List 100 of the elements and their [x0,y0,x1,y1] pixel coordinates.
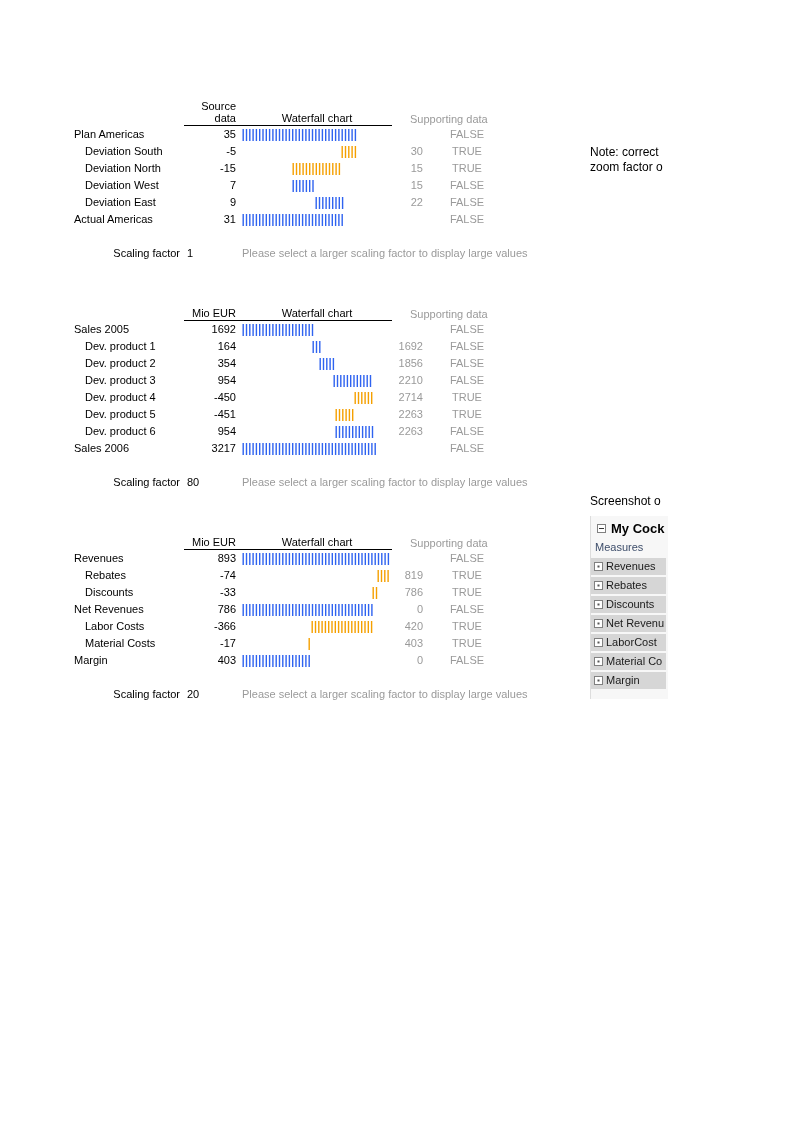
table-cell: 2263 [398,425,423,437]
measure-item[interactable]: LaborCost [591,634,666,651]
table-cell: -33 [220,586,236,598]
caption-text: Screenshot o [590,494,662,509]
scaling-value: 20 [187,688,200,700]
hint-message: Please select a larger scaling factor to display large values [242,247,528,259]
table-cell: 954 [217,374,236,386]
measure-item[interactable]: Discounts [591,596,666,613]
table-cell: 22 [410,196,423,208]
column-header: Waterfall chart [281,536,353,548]
note-text: Note: correct [590,145,660,160]
table-cell: 15 [410,179,423,191]
row-label: Sales 2005 [74,322,130,337]
row-label: Dev. product 3 [84,373,156,388]
column-header: Source data [200,100,236,124]
table-cell: TRUE [452,620,482,632]
expand-icon[interactable] [594,676,603,685]
table-cell: 2210 [398,374,423,386]
table-cell: FALSE [449,603,485,615]
row-label: Net Revenues [74,602,144,617]
row-label: Dev. product 6 [84,424,156,439]
row-label: Dev. product 1 [84,339,156,354]
table-cell: FALSE [449,552,485,564]
table-cell: TRUE [452,391,482,403]
table-cell: 9 [229,196,236,208]
table-cell: 3217 [211,442,236,454]
table-cell: 35 [223,128,236,140]
table-cell: -74 [220,569,236,581]
table-cell: 164 [217,340,236,352]
column-header: Waterfall chart [281,112,353,124]
table-cell: 0 [416,654,423,666]
expand-icon[interactable] [594,657,603,666]
table-cell: -17 [220,637,236,649]
table-cell: FALSE [449,425,485,437]
expand-icon[interactable] [594,638,603,647]
table-cell: 2714 [398,391,423,403]
column-header: Supporting data [410,537,488,549]
expand-icon[interactable] [594,619,603,628]
row-label: Sales 2006 [74,441,130,456]
measures-label: Measures [594,540,645,555]
table-cell: FALSE [449,128,485,140]
table-cell: FALSE [449,196,485,208]
table-cell: 403 [217,654,236,666]
scaling-value: 1 [187,247,194,259]
note-text: zoom factor o [590,160,664,175]
table-cell: 786 [404,586,423,598]
table-cell: FALSE [449,213,485,225]
table-cell: TRUE [452,586,482,598]
table-cell: -15 [220,162,236,174]
table-cell: TRUE [452,637,482,649]
row-label: Deviation South [84,144,163,159]
table-cell: TRUE [452,408,482,420]
column-header: Mio EUR [192,536,236,548]
row-label: Dev. product 5 [84,407,156,422]
table-cell: 954 [217,425,236,437]
row-label: Deviation North [84,161,161,176]
column-header: Mio EUR [192,307,236,319]
table-cell: 0 [416,603,423,615]
measure-item[interactable]: Rebates [591,577,666,594]
hint-message: Please select a larger scaling factor to display large values [242,688,528,700]
table-cell: FALSE [449,442,485,454]
row-label: Deviation East [84,195,156,210]
table-cell: 420 [404,620,423,632]
row-label: Dev. product 4 [84,390,156,405]
expand-icon[interactable] [594,600,603,609]
table-cell: 7 [229,179,236,191]
row-label: Rebates [84,568,126,583]
table-cell: 15 [410,162,423,174]
expand-icon[interactable] [594,562,603,571]
scaling-value: 80 [187,476,200,488]
table-cell: 2263 [398,408,423,420]
expand-icon[interactable] [594,581,603,590]
measure-item[interactable]: Margin [591,672,666,689]
table-cell: TRUE [452,162,482,174]
table-cell: 893 [217,552,236,564]
row-label: Plan Americas [74,127,145,142]
measure-item[interactable]: Revenues [591,558,666,575]
scaling-label: Scaling factor [113,247,180,259]
table-cell: -451 [213,408,236,420]
measure-item[interactable]: Net Revenu [591,615,666,632]
table-cell: 354 [217,357,236,369]
table-cell: 819 [404,569,423,581]
collapse-icon[interactable] [597,524,606,533]
table-cell: FALSE [449,340,485,352]
row-label: Discounts [84,585,134,600]
table-cell: -450 [213,391,236,403]
table-cell: 403 [404,637,423,649]
table-cell: 786 [217,603,236,615]
table-cell: FALSE [449,323,485,335]
table-cell: 1856 [398,357,423,369]
table-cell: 31 [223,213,236,225]
table-cell: 1692 [398,340,423,352]
panel-title: My Cock [611,521,665,536]
table-cell: 1692 [211,323,236,335]
table-cell: FALSE [449,654,485,666]
table-cell: -5 [226,145,236,157]
measure-item[interactable]: Material Co [591,653,666,670]
row-label: Revenues [74,551,124,566]
column-header: Supporting data [410,308,488,320]
table-cell: FALSE [449,357,485,369]
